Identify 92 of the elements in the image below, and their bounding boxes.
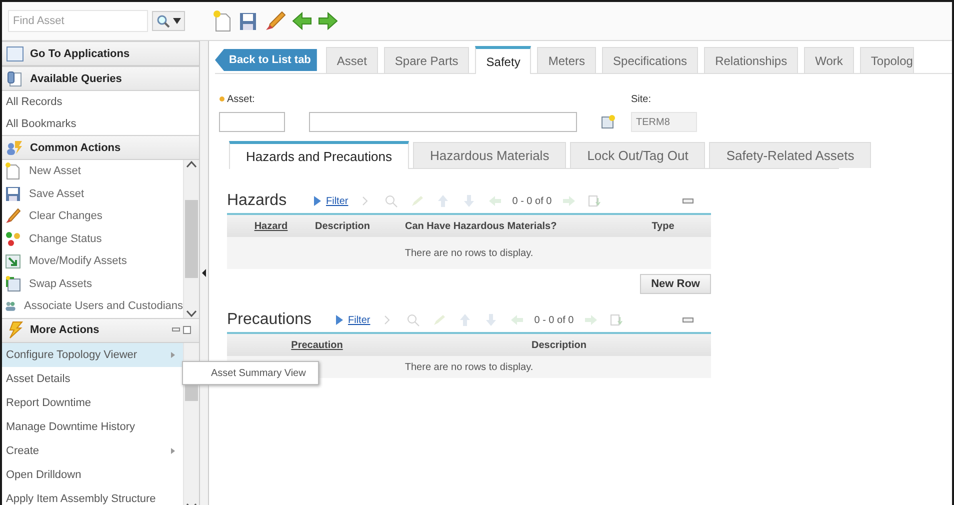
people-icon xyxy=(6,140,24,156)
pagination-count: 0 - 0 of 0 xyxy=(534,314,574,326)
tab[interactable]: Asset xyxy=(326,47,378,73)
window-icon xyxy=(6,46,24,62)
scrollbar-thumb[interactable] xyxy=(185,200,198,278)
download-icon[interactable] xyxy=(588,194,602,208)
action-item[interactable]: New Asset xyxy=(2,160,183,182)
collapse-arrow-icon[interactable] xyxy=(202,269,206,277)
action-item[interactable]: Save Asset xyxy=(2,182,183,205)
section-header[interactable]: Go To Applications xyxy=(2,41,199,66)
new-row-button[interactable]: New Row xyxy=(640,274,711,294)
left-arrow-icon[interactable] xyxy=(488,194,502,208)
maximize-icon[interactable] xyxy=(183,326,191,334)
triangle-icon[interactable] xyxy=(313,195,322,207)
submenu-arrow-icon xyxy=(171,352,175,358)
field-label: Site: xyxy=(631,94,652,104)
document-icon xyxy=(6,70,24,86)
input-field[interactable] xyxy=(219,112,285,132)
column-header: Description xyxy=(315,220,372,232)
tab[interactable]: Spare Parts xyxy=(384,47,470,73)
menu-item[interactable]: Asset Details xyxy=(2,366,183,390)
column-header: Description xyxy=(530,340,588,350)
tab[interactable]: Safety-Related Assets xyxy=(709,142,872,168)
status-dots-icon xyxy=(5,230,21,248)
action-item[interactable]: Change Status xyxy=(2,228,183,250)
download-icon[interactable] xyxy=(610,313,624,327)
action-item[interactable]: Clear Changes xyxy=(2,205,183,228)
query-item[interactable]: All Bookmarks xyxy=(2,113,199,135)
section-title: Precautions xyxy=(227,311,312,329)
swap-icon xyxy=(5,274,21,293)
lookup-icon[interactable] xyxy=(601,114,617,130)
field-label: Asset: xyxy=(227,94,255,104)
site-field: TERM8 xyxy=(631,112,697,132)
tab[interactable]: Hazardous Materials xyxy=(412,142,566,168)
column-header[interactable]: Hazard xyxy=(227,220,315,232)
tab[interactable]: Meters xyxy=(537,47,596,73)
filter-link[interactable]: Filter xyxy=(313,195,348,207)
tab[interactable]: Relationships xyxy=(704,47,798,73)
down-arrow-icon[interactable] xyxy=(484,313,498,327)
search-field[interactable]: Find Asset xyxy=(8,10,148,32)
action-item[interactable]: Associate Users and Custodians xyxy=(2,295,183,318)
pencil-icon[interactable] xyxy=(410,194,424,208)
section-title: Hazards xyxy=(227,192,288,210)
query-item[interactable]: All Records xyxy=(2,91,199,113)
search-button[interactable] xyxy=(152,11,185,31)
menu-item[interactable]: Open Drilldown xyxy=(2,462,183,486)
triangle-icon[interactable] xyxy=(335,314,344,326)
new-document-icon[interactable] xyxy=(212,10,232,32)
down-arrow-icon[interactable] xyxy=(462,194,476,208)
pagination-count: 0 - 0 of 0 xyxy=(512,196,552,206)
tab[interactable]: Specifications xyxy=(602,47,698,73)
back-arrow-icon[interactable] xyxy=(292,11,312,31)
filter-link[interactable]: Filter xyxy=(335,314,370,326)
scrollbar[interactable] xyxy=(183,160,199,318)
menu-item[interactable]: Report Downtime xyxy=(2,390,183,414)
submenu-item[interactable]: Asset Summary View xyxy=(183,362,318,384)
tab[interactable]: Work xyxy=(804,47,854,73)
back-button[interactable]: Back to List tab xyxy=(215,49,317,71)
left-arrow-icon[interactable] xyxy=(510,313,524,327)
caret-icon[interactable] xyxy=(173,18,181,24)
up-arrow-icon[interactable] xyxy=(436,194,450,208)
menu-item[interactable]: Configure Topology Viewer xyxy=(2,342,183,366)
tab[interactable]: Hazards and Precautions xyxy=(229,141,409,169)
right-arrow-icon[interactable] xyxy=(584,313,598,327)
empty-message: There are no rows to display. xyxy=(227,237,711,269)
right-arrow-icon[interactable] xyxy=(562,194,576,208)
pencil-icon[interactable] xyxy=(432,313,446,327)
menu-item[interactable]: Create xyxy=(2,438,183,462)
input-field[interactable] xyxy=(309,112,577,132)
forward-arrow-icon[interactable] xyxy=(318,11,338,31)
scroll-down-icon[interactable] xyxy=(186,310,197,318)
up-arrow-icon[interactable] xyxy=(458,313,472,327)
section-header[interactable]: More Actions xyxy=(2,318,199,342)
tab[interactable]: Topolog xyxy=(860,47,914,73)
tab[interactable]: Lock Out/Tag Out xyxy=(570,142,706,168)
column-header: Type xyxy=(650,220,676,232)
eraser-icon xyxy=(5,207,21,226)
column-header[interactable]: Precaution xyxy=(227,340,407,350)
menu-item[interactable]: Apply Item Assembly Structure xyxy=(2,486,183,505)
action-item[interactable]: Move/Modify Assets xyxy=(2,250,183,272)
new-document-icon xyxy=(5,162,21,180)
section-header[interactable]: Available Queries xyxy=(2,66,199,91)
column-header: Can Have Hazardous Materials? xyxy=(405,220,558,232)
menu-item[interactable]: Manage Downtime History xyxy=(2,414,183,438)
tab[interactable]: Safety xyxy=(475,46,532,74)
section-header[interactable]: Common Actions xyxy=(2,135,199,160)
action-item[interactable]: Swap Assets xyxy=(2,272,183,295)
submenu-arrow-icon xyxy=(171,448,175,454)
eraser-icon[interactable] xyxy=(264,10,286,32)
scroll-up-icon[interactable] xyxy=(186,160,197,168)
minimize-icon[interactable] xyxy=(172,326,180,333)
search-icon[interactable] xyxy=(156,14,170,28)
